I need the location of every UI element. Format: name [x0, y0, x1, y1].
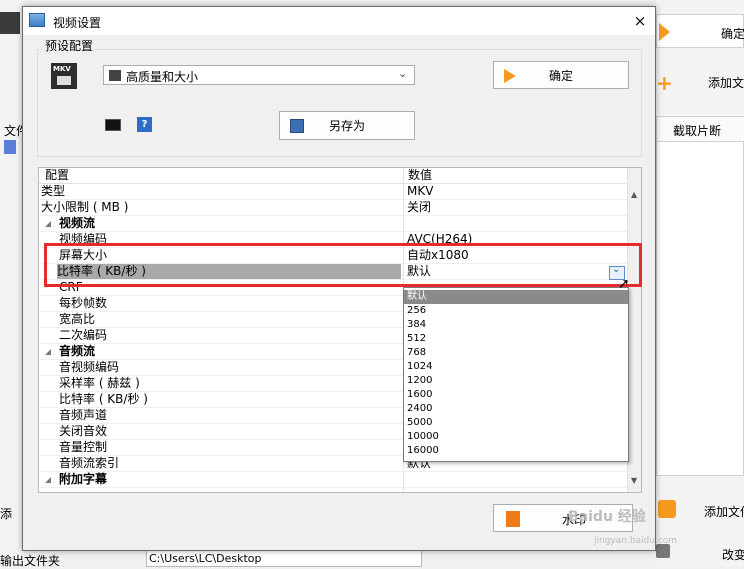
bg-add-button[interactable]: + 添加文	[656, 64, 744, 98]
bitrate-option[interactable]: 10000	[407, 430, 625, 444]
bg-confirm-button[interactable]: 确定	[656, 14, 744, 48]
scroll-down-icon[interactable]: ▼	[631, 476, 637, 485]
mkv-format-icon: MKV	[51, 63, 77, 89]
grid-row-value: MKV	[407, 184, 434, 198]
arrow-right-icon	[504, 69, 516, 83]
bg-add-label: 添加文	[708, 76, 744, 90]
bg-table-header-label: 截取片断	[673, 124, 722, 138]
preset-group-label: 预设配置	[43, 37, 96, 54]
baidu-url-watermark: jingyan.baidu.com	[594, 536, 678, 546]
bitrate-option[interactable]: 768	[407, 346, 625, 360]
grid-header-value: 数值	[404, 168, 627, 184]
bg-file-icon	[4, 140, 16, 154]
dialog-titlebar: 视频设置 ×	[23, 7, 655, 35]
grid-row-key: 音频流索引	[59, 456, 120, 470]
add-file-icon	[658, 500, 676, 518]
bg-confirm-label: 确定	[721, 27, 744, 41]
settings-icon	[29, 13, 45, 27]
dialog-client: 预设配置 MKV 高质量和大小 ⌄ 确定 ? 另存为 配置 数值 类型 MKV …	[23, 35, 655, 550]
bg-task-table-header: 截取片断	[657, 117, 744, 142]
bitrate-option[interactable]: 1200	[407, 374, 625, 388]
grid-row-key: 类型	[41, 184, 66, 198]
bitrate-option[interactable]: 1600	[407, 388, 625, 402]
bitrate-option[interactable]: 512	[407, 332, 625, 346]
col-config-label: 配置	[45, 168, 70, 182]
dialog-title: 视频设置	[53, 16, 102, 30]
bitrate-option[interactable]: 256	[407, 304, 625, 318]
grid-row[interactable]: ◢ 视频流	[39, 216, 627, 232]
grid-row-key: 附加字幕	[59, 472, 108, 486]
bg-task-table	[656, 116, 744, 476]
chevron-down-icon[interactable]: ⌄	[398, 67, 407, 80]
bg-mkv-icon	[0, 12, 20, 34]
grid-row-key: 大小限制 ( MB )	[41, 200, 129, 214]
collapse-icon[interactable]: ◢	[45, 472, 51, 487]
scroll-up-icon[interactable]: ▲	[631, 190, 637, 199]
bitrate-option[interactable]: 384	[407, 318, 625, 332]
preset-selected-value: 高质量和大小	[126, 70, 199, 84]
baidu-watermark: Baidu 经验	[568, 509, 646, 525]
grid-row-key: 采样率 ( 赫兹 )	[59, 376, 140, 390]
output-path-field[interactable]: C:\Users\LC\Desktop	[146, 550, 422, 567]
help-icon[interactable]: ?	[137, 117, 152, 132]
grid-row-key: 关闭音效	[59, 424, 108, 438]
confirm-button[interactable]: 确定	[493, 61, 629, 89]
clapper-icon	[57, 76, 71, 85]
bitrate-option[interactable]: 5000	[407, 416, 625, 430]
grid-header-config: 配置	[39, 168, 403, 184]
bg-add-file-button[interactable]: 添加文件	[656, 494, 744, 528]
save-as-button[interactable]: 另存为	[279, 111, 415, 140]
grid-row[interactable]: ◢ 附加字幕	[39, 472, 627, 488]
preset-select[interactable]: 高质量和大小 ⌄	[103, 65, 415, 85]
grid-row-key: 视频流	[59, 216, 96, 230]
bg-change-label: 改变	[722, 548, 744, 562]
grid-row[interactable]: 类型 MKV	[39, 184, 627, 200]
folder-icon	[656, 544, 670, 558]
grid-row-key: 二次编码	[59, 328, 108, 342]
bitrate-option[interactable]: 16000	[407, 444, 625, 458]
bitrate-dropdown-list: 默认 256 384 512 768 1024 1200 1600 2400 5000 10000 1…	[403, 287, 629, 462]
output-path-text: C:\Users\LC\Desktop	[149, 552, 262, 565]
save-as-label: 另存为	[328, 119, 365, 133]
grid-row-key: 音视频编码	[59, 360, 120, 374]
collapse-icon[interactable]: ◢	[45, 216, 51, 231]
grid-row[interactable]: 大小限制 ( MB ) 关闭	[39, 200, 627, 216]
grid-row-key: 音频声道	[59, 408, 108, 422]
bg-add-file-label: 添加文件	[704, 505, 744, 519]
bg-add-label-left: 添	[0, 507, 13, 521]
bitrate-option[interactable]: 2400	[407, 402, 625, 416]
grid-scrollbar[interactable]: ▲ ▼	[627, 168, 641, 492]
grid-row-key: 比特率 ( KB/秒 )	[59, 392, 148, 406]
film-icon	[109, 70, 121, 81]
watermark-icon	[506, 511, 520, 527]
background-app-left	[0, 0, 24, 567]
output-folder-label: 输出文件夹	[0, 554, 61, 568]
grid-row-value: 关闭	[407, 200, 432, 214]
console-icon[interactable]	[105, 119, 121, 131]
grid-row-key: 音频流	[59, 344, 96, 358]
save-icon	[290, 119, 304, 133]
grid-row-key: 宽高比	[59, 312, 96, 326]
mouse-cursor-icon: ➚	[618, 276, 630, 292]
close-button[interactable]: ×	[630, 11, 650, 31]
plus-icon: +	[656, 71, 673, 95]
col-value-label: 数值	[408, 168, 433, 182]
arrow-icon	[659, 23, 670, 41]
confirm-label: 确定	[548, 68, 573, 83]
bitrate-option[interactable]: 默认	[404, 290, 628, 304]
grid-row-key: 每秒帧数	[59, 296, 108, 310]
collapse-icon[interactable]: ◢	[45, 344, 51, 359]
bitrate-option[interactable]: 1024	[407, 360, 625, 374]
grid-row-key: 音量控制	[59, 440, 108, 454]
red-highlight-box	[44, 243, 642, 287]
